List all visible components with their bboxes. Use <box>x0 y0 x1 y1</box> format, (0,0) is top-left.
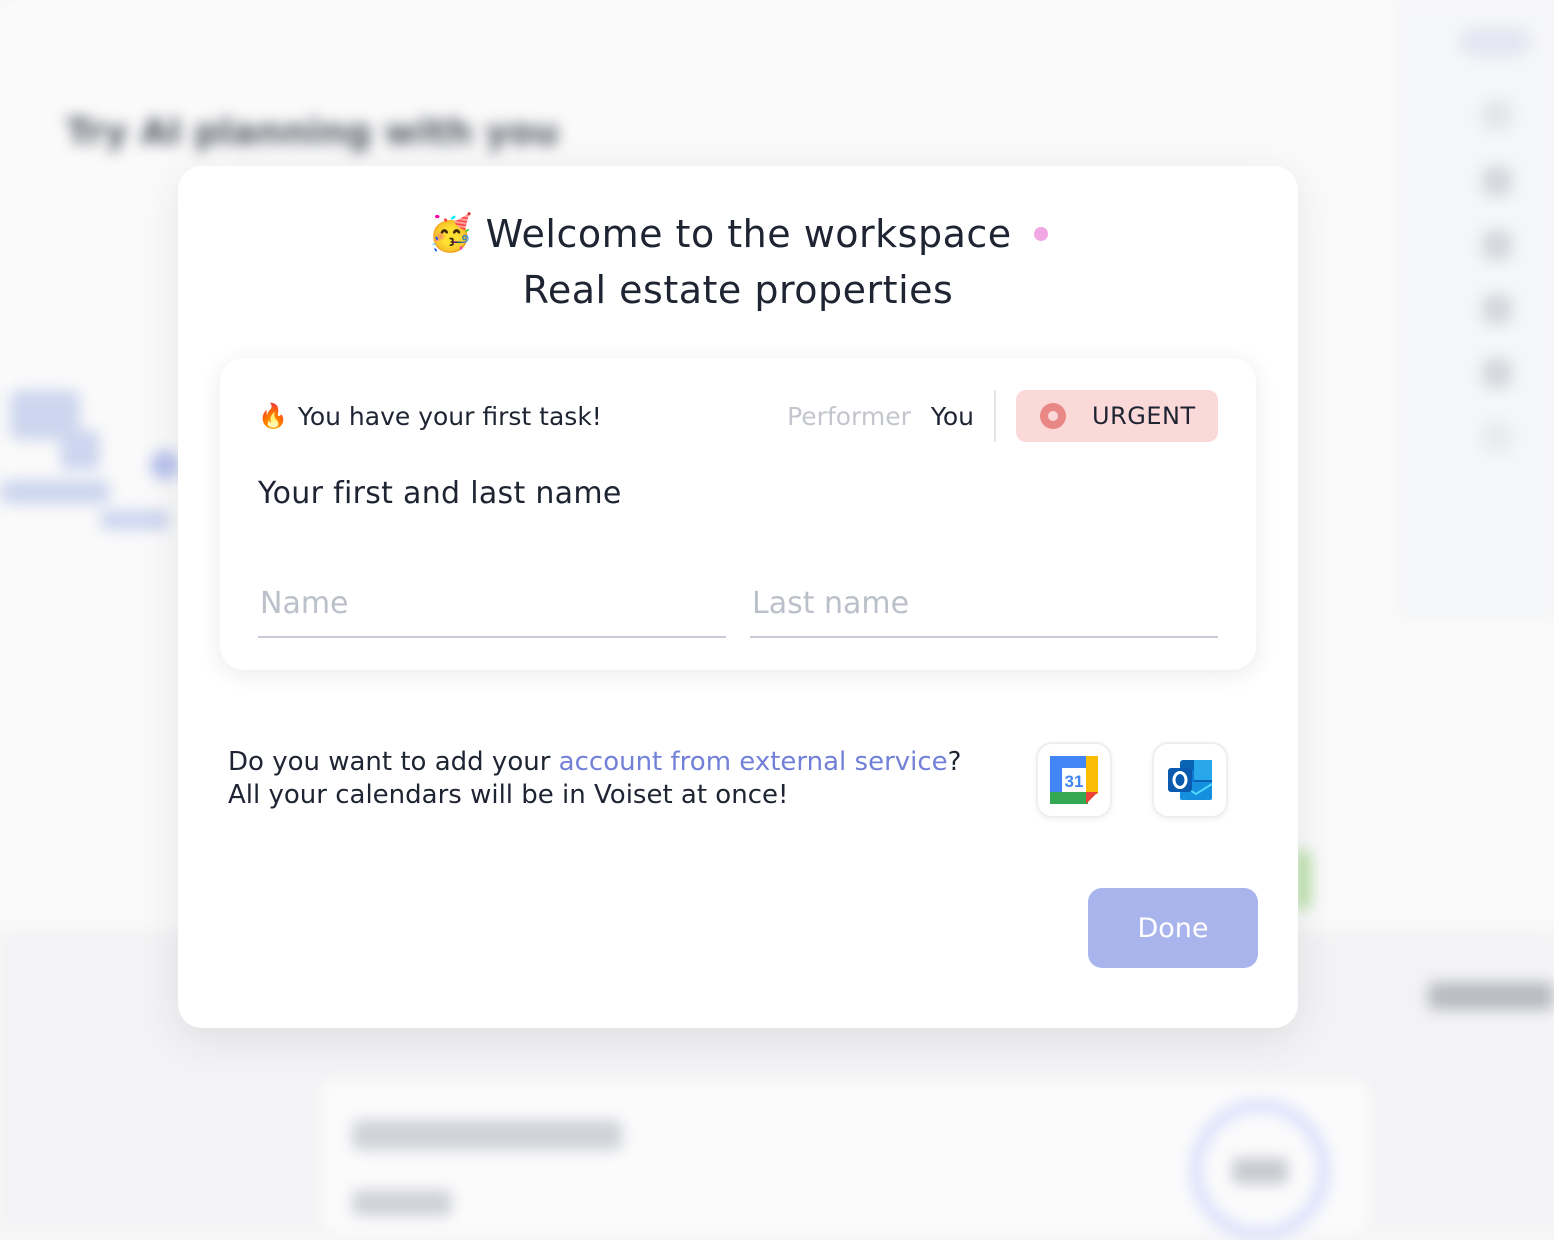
background-title: Try AI planning with you <box>66 112 559 153</box>
welcome-modal: 🥳 Welcome to the workspace Real estate p… <box>178 166 1298 1028</box>
name-section-title: Your first and last name <box>258 476 622 511</box>
priority-badge[interactable]: URGENT <box>1016 390 1218 442</box>
background-sidebar-icon <box>1482 166 1512 196</box>
done-button[interactable]: Done <box>1088 888 1258 968</box>
background-sidebar-pill <box>1460 28 1530 56</box>
background-accent-bar <box>1296 850 1310 910</box>
background-sidebar-icon <box>1482 294 1512 324</box>
background-card-text <box>352 1190 452 1216</box>
external-prompt-line2: All your calendars will be in Voiset at … <box>228 780 788 810</box>
background-card-text <box>352 1120 622 1150</box>
background-sidebar-icon <box>1482 100 1512 130</box>
background-progress-label <box>1232 1158 1288 1184</box>
performer-label: Performer <box>787 402 911 431</box>
external-prompt-suffix: ? <box>948 747 962 777</box>
priority-label: URGENT <box>1092 402 1196 430</box>
background-left-decoration <box>0 380 180 540</box>
background-right-sidebar <box>1400 0 1554 620</box>
google-calendar-button[interactable]: 31 <box>1036 742 1112 818</box>
first-task-card: 🔥 You have your first task! Performer Yo… <box>220 358 1256 670</box>
modal-title: Welcome to the workspace <box>486 206 1012 262</box>
external-service-prompt: Do you want to add your account from ext… <box>228 746 961 812</box>
outlook-button[interactable] <box>1152 742 1228 818</box>
google-calendar-date: 31 <box>1065 772 1084 791</box>
background-sidebar-icon <box>1482 358 1512 388</box>
external-service-link[interactable]: account from external service <box>559 747 948 777</box>
outlook-icon <box>1164 754 1216 806</box>
workspace-name: Real estate properties <box>178 262 1298 318</box>
google-calendar-icon: 31 <box>1048 754 1100 806</box>
task-meta: Performer You URGENT <box>787 390 1218 442</box>
background-sidebar-icon <box>1482 230 1512 260</box>
first-name-input[interactable] <box>258 558 726 638</box>
priority-dot-icon <box>1040 403 1066 429</box>
background-right-label <box>1428 982 1554 1010</box>
external-prompt-prefix: Do you want to add your <box>228 747 559 777</box>
task-heading: 🔥 You have your first task! <box>258 402 602 431</box>
task-heading-text: You have your first task! <box>298 402 602 431</box>
task-header-row: 🔥 You have your first task! Performer Yo… <box>258 390 1218 442</box>
fire-icon: 🔥 <box>258 402 288 430</box>
background-sidebar-icon <box>1482 422 1512 452</box>
performer-value: You <box>931 402 974 431</box>
divider <box>994 390 996 442</box>
status-dot-icon <box>1034 227 1048 241</box>
party-emoji-icon: 🥳 <box>428 206 473 262</box>
last-name-input[interactable] <box>750 558 1218 638</box>
modal-header: 🥳 Welcome to the workspace Real estate p… <box>178 206 1298 318</box>
